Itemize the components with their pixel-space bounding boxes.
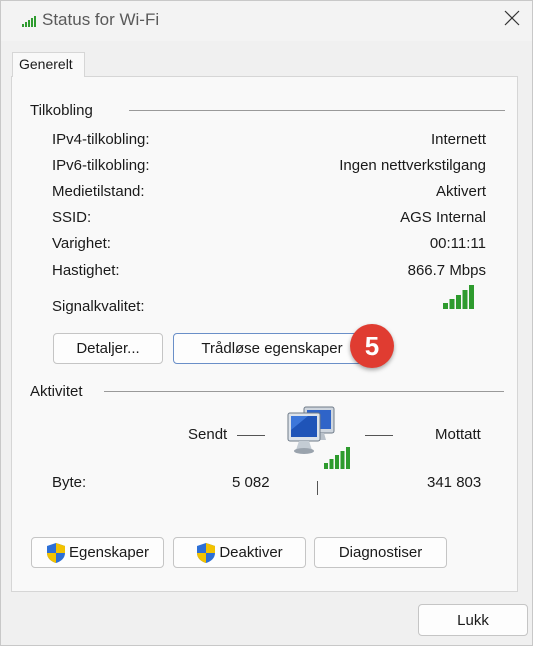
ssid-value: AGS Internal [400, 209, 486, 226]
close-icon [504, 10, 520, 30]
group-divider [104, 391, 504, 392]
wifi-signal-icon [22, 14, 36, 28]
step-badge: 5 [350, 324, 394, 368]
close-dialog-button[interactable]: Lukk [418, 604, 528, 636]
properties-button[interactable]: Egenskaper [31, 537, 164, 568]
properties-button-label: Egenskaper [68, 544, 150, 561]
close-button[interactable] [491, 3, 533, 37]
media-state-label: Medietilstand: [52, 183, 145, 200]
bytes-sent-value: 5 082 [232, 474, 270, 491]
wifi-status-dialog: Status for Wi-Fi Generelt Tilkobling IPv… [0, 0, 533, 646]
ipv6-value: Ingen nettverkstilgang [339, 157, 486, 174]
tab-general[interactable]: Generelt [12, 52, 85, 77]
connection-group-label: Tilkobling [30, 102, 97, 119]
details-button[interactable]: Detaljer... [53, 333, 163, 364]
disable-button-label: Deaktiver [219, 544, 283, 561]
media-state-value: Aktivert [435, 183, 486, 200]
window-title: Status for Wi-Fi [42, 10, 160, 29]
duration-label: Varighet: [52, 235, 111, 252]
ipv4-value: Internett [430, 131, 486, 148]
group-divider [129, 110, 505, 111]
ssid-label: SSID: [52, 209, 92, 226]
speed-label: Hastighet: [52, 262, 120, 279]
signal-strength-icon [443, 284, 475, 313]
sent-connector [237, 435, 265, 436]
speed-value: 866.7 Mbps [407, 262, 486, 279]
ipv6-label: IPv6-tilkobling: [52, 157, 150, 174]
duration-value: 00:11:11 [429, 235, 486, 252]
wireless-properties-button[interactable]: Trådløse egenskaper [173, 333, 371, 364]
bytes-received-value: 341 803 [427, 474, 482, 491]
sent-label: Sendt [188, 426, 228, 443]
uac-shield-icon [196, 542, 216, 564]
uac-shield-icon [46, 542, 66, 564]
title-bar: Status for Wi-Fi [1, 1, 532, 41]
ipv4-label: IPv4-tilkobling: [52, 131, 150, 148]
received-connector [365, 435, 393, 436]
diagnose-button[interactable]: Diagnostiser [314, 537, 447, 568]
signal-quality-label: Signalkvalitet: [52, 298, 145, 315]
network-computers-icon [286, 405, 356, 477]
disable-button[interactable]: Deaktiver [173, 537, 306, 568]
bytes-label: Byte: [52, 474, 87, 491]
activity-divider [317, 481, 318, 495]
activity-group-label: Aktivitet [30, 383, 87, 400]
received-label: Mottatt [435, 426, 481, 443]
